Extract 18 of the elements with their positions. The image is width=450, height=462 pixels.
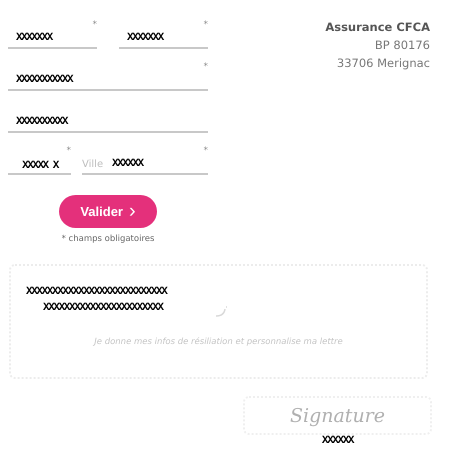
- field-value: XXXXXXXXXX: [16, 116, 68, 128]
- required-note: * champs obligatoires: [62, 234, 154, 244]
- address-line: BP 80176: [374, 38, 430, 52]
- text-field[interactable]: XXXXXXXXXX: [8, 108, 208, 133]
- redacted-text: XXXXXX: [322, 435, 354, 447]
- redacted-text: XXXXXXXXXXXXXXXXXXXXXXX: [43, 301, 163, 316]
- letter-hint: Je donne mes infos de résiliation et personnalise ma lettre: [92, 337, 344, 347]
- address-line: 33706 Merignac: [336, 56, 430, 70]
- squiggle-icon: [214, 304, 230, 318]
- field-value: XXXXXXX: [127, 32, 163, 44]
- field-value: XXXXXXXXXXX: [16, 74, 72, 86]
- field-value: XXXXXXX: [16, 32, 52, 44]
- validate-button[interactable]: Valider ›: [59, 195, 157, 228]
- field-value: XXXXXX: [112, 158, 143, 170]
- redacted-text: XXXXXXXXXXXXXXXXXXXXXXXXXXX: [26, 285, 166, 300]
- field-value: XXXXX X: [21, 159, 60, 174]
- field-label: Ville: [82, 159, 104, 170]
- recipient-name: Assurance CFCA: [325, 20, 430, 34]
